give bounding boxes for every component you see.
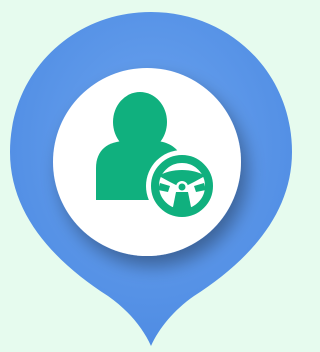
location-pin-icon[interactable] (0, 0, 302, 352)
map-marker[interactable] (0, 0, 302, 352)
steering-wheel-icon (146, 150, 218, 222)
